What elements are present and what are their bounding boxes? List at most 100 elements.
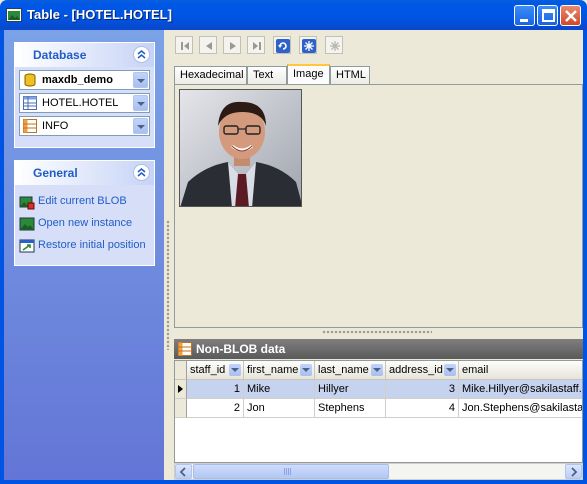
tab-text-label: Text: [253, 69, 274, 81]
chevron-up-icon: [137, 50, 146, 59]
window-title: Table - [HOTEL.HOTEL]: [27, 7, 172, 22]
cancel-icon: [330, 41, 340, 51]
last-record-icon: [253, 42, 261, 50]
cell-address-id[interactable]: 4: [386, 399, 459, 418]
chevron-down-icon[interactable]: [133, 72, 148, 88]
database-panel-header[interactable]: Database: [15, 43, 154, 67]
table-select[interactable]: HOTEL.HOTEL: [19, 93, 150, 113]
table-app-icon: [6, 8, 22, 22]
filter-dropdown-icon[interactable]: [371, 364, 383, 376]
first-record-icon: [181, 42, 189, 50]
non-blob-header: Non-BLOB data: [174, 339, 583, 359]
tab-html-label: HTML: [336, 69, 366, 81]
cell-last-name[interactable]: Hillyer: [315, 380, 386, 399]
cell-email[interactable]: Mike.Hillyer@sakilastaff.com: [459, 380, 582, 399]
column-header-email[interactable]: email: [459, 361, 582, 380]
collapse-database-button[interactable]: [133, 46, 150, 63]
scroll-left-button[interactable]: [175, 464, 192, 479]
vertical-splitter[interactable]: [164, 30, 172, 480]
chevron-left-icon: [179, 467, 186, 477]
close-icon: [565, 10, 577, 22]
grid-header-row: staff_id first_name last_name address_id…: [175, 361, 582, 380]
cell-last-name[interactable]: Stephens: [315, 399, 386, 418]
non-blob-grid: staff_id first_name last_name address_id…: [174, 360, 583, 463]
refresh-icon: [276, 39, 290, 53]
filter-dropdown-icon[interactable]: [444, 364, 456, 376]
restore-position-icon: [19, 239, 35, 253]
table-select-value: HOTEL.HOTEL: [42, 97, 119, 109]
sidebar: Database maxdb_demo HOTEL.HOTEL INFO Gen…: [4, 30, 164, 480]
restore-initial-position-label: Restore initial position: [38, 239, 146, 251]
cell-first-name[interactable]: Mike: [244, 380, 315, 399]
filter-dropdown-icon[interactable]: [300, 364, 312, 376]
restore-initial-position-link[interactable]: Restore initial position: [19, 235, 154, 257]
post-button[interactable]: [299, 36, 317, 54]
open-new-instance-link[interactable]: Open new instance: [19, 213, 154, 235]
open-new-instance-label: Open new instance: [38, 217, 133, 229]
general-panel-title: General: [33, 166, 78, 180]
database-panel-title: Database: [33, 48, 87, 62]
non-blob-title: Non-BLOB data: [196, 342, 286, 356]
database-select-value: maxdb_demo: [42, 74, 113, 86]
cell-email[interactable]: Jon.Stephens@sakilastaff.com: [459, 399, 582, 418]
refresh-button[interactable]: [273, 36, 291, 54]
cell-staff-id[interactable]: 2: [187, 399, 244, 418]
blob-image-viewer: [174, 84, 583, 328]
collapse-general-button[interactable]: [133, 164, 150, 181]
cell-address-id[interactable]: 3: [386, 380, 459, 399]
minimize-icon: [520, 19, 528, 22]
first-record-button[interactable]: [175, 36, 193, 54]
scroll-right-button[interactable]: [565, 464, 582, 479]
last-record-button[interactable]: [247, 36, 265, 54]
maximize-icon: [542, 9, 555, 22]
table-icon: [178, 342, 192, 356]
edit-blob-icon: [19, 196, 35, 210]
column-header-address-id[interactable]: address_id: [386, 361, 459, 380]
horizontal-scrollbar[interactable]: [174, 463, 583, 480]
chevron-right-icon: [571, 467, 578, 477]
tab-text[interactable]: Text: [247, 66, 287, 84]
chevron-down-icon[interactable]: [133, 118, 148, 134]
chevron-down-icon[interactable]: [133, 95, 148, 111]
prior-record-button[interactable]: [199, 36, 217, 54]
filter-dropdown-icon[interactable]: [229, 364, 241, 376]
edit-current-blob-link[interactable]: Edit current BLOB: [19, 191, 154, 213]
tab-html[interactable]: HTML: [330, 66, 370, 84]
field-select[interactable]: INFO: [19, 116, 150, 136]
database-select[interactable]: maxdb_demo: [19, 70, 150, 90]
current-row-indicator: [175, 380, 187, 399]
next-record-icon: [230, 42, 236, 50]
tab-image[interactable]: Image: [287, 64, 330, 85]
edit-current-blob-label: Edit current BLOB: [38, 195, 127, 207]
minimize-button[interactable]: [514, 5, 535, 26]
tab-hexadecimal-label: Hexadecimal: [180, 69, 244, 81]
database-icon: [24, 73, 36, 87]
general-panel: General Edit current BLOB Open new insta…: [14, 160, 155, 266]
horizontal-splitter[interactable]: [174, 328, 583, 336]
tab-hexadecimal[interactable]: Hexadecimal: [174, 66, 247, 84]
next-record-button[interactable]: [223, 36, 241, 54]
column-header-last-name[interactable]: last_name: [315, 361, 386, 380]
new-instance-icon: [19, 217, 35, 231]
portrait-photo: [180, 90, 301, 206]
column-header-staff-id[interactable]: staff_id: [187, 361, 244, 380]
post-icon: [302, 39, 316, 53]
column-header-first-name[interactable]: first_name: [244, 361, 315, 380]
table-row[interactable]: 2 Jon Stephens 4 Jon.Stephens@sakilastaf…: [175, 399, 582, 418]
database-panel: Database maxdb_demo HOTEL.HOTEL INFO: [14, 42, 155, 148]
maximize-button[interactable]: [537, 5, 558, 26]
table-icon: [23, 96, 37, 110]
chevron-up-icon: [137, 168, 146, 177]
table-row[interactable]: 1 Mike Hillyer 3 Mike.Hillyer@sakilastaf…: [175, 380, 582, 399]
cancel-button[interactable]: [325, 36, 343, 54]
blob-image: [179, 89, 302, 207]
tab-image-label: Image: [293, 68, 324, 80]
close-button[interactable]: [560, 5, 581, 26]
title-bar[interactable]: Table - [HOTEL.HOTEL]: [0, 0, 587, 30]
field-select-value: INFO: [42, 120, 69, 132]
prior-record-icon: [206, 42, 212, 50]
general-panel-header[interactable]: General: [15, 161, 154, 185]
scrollbar-thumb[interactable]: [193, 464, 389, 479]
cell-staff-id[interactable]: 1: [187, 380, 244, 399]
cell-first-name[interactable]: Jon: [244, 399, 315, 418]
